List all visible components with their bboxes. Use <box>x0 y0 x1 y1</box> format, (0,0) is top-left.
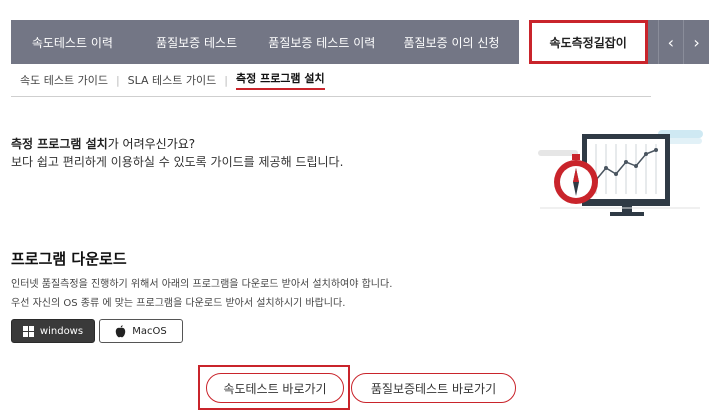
subnav-install-program[interactable]: 측정 프로그램 설치 <box>236 70 325 90</box>
intro-line-1: 측정 프로그램 설치가 어려우신가요? <box>11 135 195 152</box>
tab-speed-history[interactable]: 속도테스트 이력 <box>11 20 134 64</box>
windows-label: windows <box>39 325 84 337</box>
tab-gap <box>647 20 658 64</box>
tab-speed-guide[interactable]: 속도측정길잡이 <box>528 20 648 64</box>
windows-download-button[interactable]: windows <box>11 319 95 343</box>
intro-line-2: 보다 쉽고 편리하게 이용하실 수 있도록 가이드를 제공해 드립니다. <box>11 155 344 169</box>
intro-rest: 가 어려우신가요? <box>107 137 196 151</box>
chevron-left-icon: ‹ <box>667 32 675 52</box>
cloud-shape <box>666 138 702 144</box>
monitor-stand <box>622 206 632 212</box>
stopwatch-button <box>572 154 580 160</box>
intro-bold: 측정 프로그램 설치 <box>11 137 108 151</box>
tab-next-button[interactable]: › <box>683 20 709 64</box>
tab-quality-test[interactable]: 품질보증 테스트 <box>133 20 260 64</box>
chevron-right-icon: › <box>693 32 700 52</box>
macos-label: MacOS <box>132 325 167 337</box>
monitor-base <box>610 212 644 216</box>
apple-icon <box>116 324 126 337</box>
subnav-separator: | <box>115 73 120 87</box>
subnav-speed-guide[interactable]: 속도 테스트 가이드 <box>20 72 108 88</box>
subnav-sla-guide[interactable]: SLA 테스트 가이드 <box>128 72 217 88</box>
download-description-2: 우선 자신의 OS 종류 에 맞는 프로그램을 다운로드 받아서 설치하시기 바… <box>11 298 346 309</box>
monitor-chart-illustration <box>538 130 703 216</box>
download-heading: 프로그램 다운로드 <box>11 250 127 268</box>
speed-test-shortcut-button[interactable]: 속도테스트 바로가기 <box>206 373 344 403</box>
tab-prev-button[interactable]: ‹ <box>657 20 684 64</box>
macos-download-button[interactable]: MacOS <box>99 319 183 343</box>
tab-quality-appeal[interactable]: 품질보증 이의 신청 <box>384 20 519 64</box>
tab-quality-history[interactable]: 품질보증 테스트 이력 <box>259 20 385 64</box>
windows-icon <box>22 325 34 337</box>
subnav-separator: | <box>224 73 228 87</box>
quality-test-shortcut-button[interactable]: 품질보증테스트 바로가기 <box>351 373 516 403</box>
sub-navigation: 속도 테스트 가이드 | SLA 테스트 가이드 | 측정 프로그램 설치 <box>20 70 325 90</box>
main-tab-bar: 속도테스트 이력 품질보증 테스트 품질보증 테스트 이력 품질보증 이의 신청… <box>11 20 709 64</box>
download-description-1: 인터넷 품질측정을 진행하기 위해서 아래의 프로그램을 다운로드 받아서 설치… <box>11 279 393 290</box>
divider <box>11 96 651 97</box>
